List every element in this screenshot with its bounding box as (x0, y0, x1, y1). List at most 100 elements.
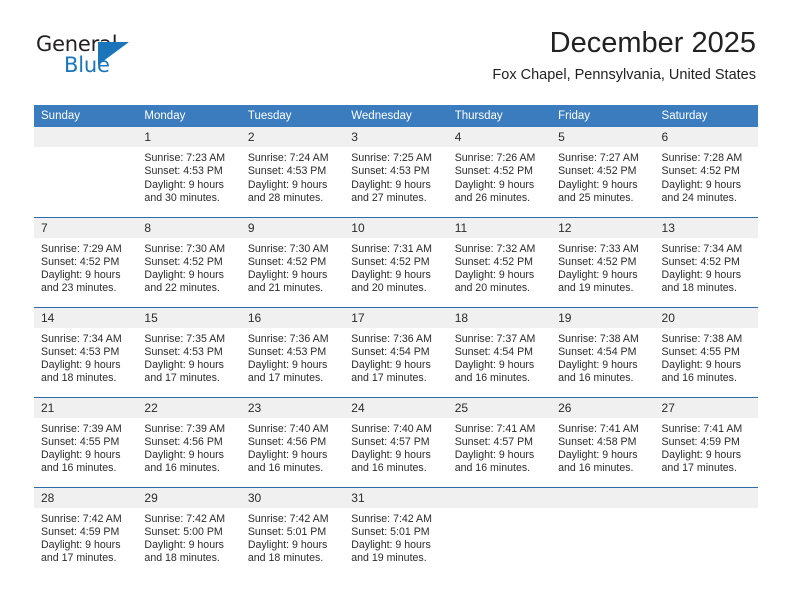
calendar-day-cell[interactable]: 22 Sunrise: 7:39 AM Sunset: 4:56 PM Dayligh… (137, 396, 241, 487)
calendar-day-cell[interactable]: 8 Sunrise: 7:30 AM Sunset: 4:52 PM Daylight… (137, 216, 241, 307)
sunrise-text: Sunrise: 7:42 AM (247, 512, 329, 525)
day-number: 31 (344, 487, 448, 508)
sunset-text: Sunset: 4:52 PM (661, 255, 740, 268)
calendar-day-cell[interactable]: 14 Sunrise: 7:34 AM Sunset: 4:53 PM Dayligh… (34, 306, 138, 397)
day-details: Sunrise: 7:24 AM Sunset: 4:53 PM Daylight:… (241, 147, 344, 205)
calendar-day-cell[interactable]: 20 Sunrise: 7:38 AM Sunset: 4:55 PM Dayligh… (654, 306, 758, 397)
calendar-day-cell[interactable]: 9 Sunrise: 7:30 AM Sunset: 4:52 PM Daylight… (240, 216, 345, 307)
daylight-text-line2: and 20 minutes. (454, 282, 531, 295)
daylight-text-line2: and 17 minutes. (351, 372, 427, 385)
calendar-day-cell[interactable]: 11 Sunrise: 7:32 AM Sunset: 4:52 PM Dayligh… (447, 216, 552, 307)
calendar-day-cell[interactable]: 2 Sunrise: 7:24 AM Sunset: 4:53 PM Daylight… (240, 127, 345, 217)
sunset-text: Sunset: 4:52 PM (41, 255, 120, 268)
daylight-text-line1: Daylight: 9 hours (454, 359, 535, 372)
day-number: 9 (240, 217, 345, 238)
calendar-day-cell-empty (551, 486, 655, 577)
calendar-day-cell[interactable]: 18 Sunrise: 7:37 AM Sunset: 4:54 PM Dayligh… (447, 306, 552, 397)
day-number: 7 (34, 217, 138, 238)
calendar-week-row: 7 Sunrise: 7:29 AM Sunset: 4:52 PM Daylight… (34, 216, 758, 307)
day-number: 29 (137, 487, 241, 508)
day-details: Sunrise: 7:36 AM Sunset: 4:54 PM Daylight:… (344, 328, 447, 386)
day-number: 16 (240, 307, 345, 328)
sunset-text: Sunset: 4:52 PM (144, 255, 223, 268)
day-number: 27 (654, 397, 758, 418)
calendar-day-cell[interactable]: 25 Sunrise: 7:41 AM Sunset: 4:57 PM Dayligh… (447, 396, 552, 487)
sunset-text: Sunset: 4:56 PM (144, 435, 223, 448)
calendar-day-cell[interactable]: 15 Sunrise: 7:35 AM Sunset: 4:53 PM Dayligh… (137, 306, 241, 397)
calendar-day-cell[interactable]: 13 Sunrise: 7:34 AM Sunset: 4:52 PM Dayligh… (654, 216, 758, 307)
sunrise-text: Sunrise: 7:28 AM (661, 152, 743, 164)
calendar-day-cell[interactable]: 16 Sunrise: 7:36 AM Sunset: 4:53 PM Dayligh… (240, 306, 345, 397)
calendar-day-cell[interactable]: 3 Sunrise: 7:25 AM Sunset: 4:53 PM Daylight… (344, 127, 448, 217)
calendar-day-cell[interactable]: 21 Sunrise: 7:39 AM Sunset: 4:55 PM Dayligh… (34, 396, 138, 487)
calendar-day-cell[interactable]: 24 Sunrise: 7:40 AM Sunset: 4:57 PM Dayligh… (344, 396, 448, 487)
sunrise-text: Sunrise: 7:27 AM (558, 152, 639, 164)
daylight-text-line2: and 16 minutes. (351, 462, 427, 475)
sunset-text: Sunset: 4:55 PM (41, 435, 120, 448)
calendar-day-cell[interactable]: 7 Sunrise: 7:29 AM Sunset: 4:52 PM Daylight… (34, 216, 138, 307)
calendar-day-cell[interactable]: 4 Sunrise: 7:26 AM Sunset: 4:52 PM Daylight… (447, 127, 552, 217)
daylight-text-line1: Daylight: 9 hours (661, 178, 742, 191)
day-details: Sunrise: 7:23 AM Sunset: 4:53 PM Daylight:… (137, 147, 240, 205)
sunrise-text: Sunrise: 7:30 AM (247, 242, 329, 255)
daylight-text-line1: Daylight: 9 hours (558, 269, 638, 282)
day-number: 12 (551, 217, 655, 238)
daylight-text-line2: and 16 minutes. (247, 462, 324, 475)
calendar-day-cell[interactable]: 28 Sunrise: 7:42 AM Sunset: 4:59 PM Dayligh… (34, 486, 138, 577)
calendar-day-cell[interactable]: 31 Sunrise: 7:42 AM Sunset: 5:01 PM Dayligh… (344, 486, 448, 577)
sunset-text: Sunset: 4:52 PM (454, 165, 534, 178)
daylight-text-line1: Daylight: 9 hours (41, 269, 121, 282)
calendar-day-cell[interactable]: 29 Sunrise: 7:42 AM Sunset: 5:00 PM Dayligh… (137, 486, 241, 577)
daylight-text-line1: Daylight: 9 hours (144, 269, 224, 282)
sunset-text: Sunset: 4:55 PM (661, 345, 740, 358)
daylight-text-line2: and 16 minutes. (558, 372, 634, 385)
sunrise-text: Sunrise: 7:36 AM (351, 332, 432, 345)
sunrise-text: Sunrise: 7:42 AM (41, 512, 122, 525)
day-details: Sunrise: 7:28 AM Sunset: 4:52 PM Daylight:… (655, 147, 758, 205)
sunset-text: Sunset: 4:52 PM (558, 255, 637, 268)
calendar-day-cell[interactable]: 23 Sunrise: 7:40 AM Sunset: 4:56 PM Dayligh… (240, 396, 345, 487)
calendar-day-cell[interactable]: 26 Sunrise: 7:41 AM Sunset: 4:58 PM Dayligh… (551, 396, 655, 487)
calendar-day-cell[interactable]: 27 Sunrise: 7:41 AM Sunset: 4:59 PM Dayligh… (654, 396, 758, 487)
day-details: Sunrise: 7:40 AM Sunset: 4:56 PM Daylight:… (241, 418, 344, 476)
daylight-text-line1: Daylight: 9 hours (41, 359, 121, 372)
daylight-text-line1: Daylight: 9 hours (247, 269, 328, 282)
calendar-body: 1 Sunrise: 7:23 AM Sunset: 4:53 PM Daylight… (34, 127, 758, 577)
sunrise-text: Sunrise: 7:36 AM (247, 332, 329, 345)
daylight-text-line2: and 16 minutes. (41, 462, 117, 475)
day-number: 18 (447, 307, 552, 328)
daylight-text-line2: and 16 minutes. (558, 462, 634, 475)
day-details: Sunrise: 7:34 AM Sunset: 4:53 PM Daylight:… (34, 328, 137, 386)
calendar-day-cell[interactable]: 5 Sunrise: 7:27 AM Sunset: 4:52 PM Daylight… (551, 127, 655, 217)
daylight-text-line1: Daylight: 9 hours (454, 449, 535, 462)
weekday-header-sunday: Sunday (34, 105, 138, 127)
calendar-day-cell[interactable]: 1 Sunrise: 7:23 AM Sunset: 4:53 PM Daylight… (137, 127, 241, 217)
day-number: 6 (654, 127, 758, 147)
calendar-day-cell[interactable]: 19 Sunrise: 7:38 AM Sunset: 4:54 PM Dayligh… (551, 306, 655, 397)
sunset-text: Sunset: 4:57 PM (351, 435, 430, 448)
day-number: 8 (137, 217, 241, 238)
sunrise-text: Sunrise: 7:33 AM (558, 242, 639, 255)
calendar-day-cell[interactable]: 10 Sunrise: 7:31 AM Sunset: 4:52 PM Dayligh… (344, 216, 448, 307)
day-number: 3 (344, 127, 448, 147)
day-number: 21 (34, 397, 138, 418)
daylight-text-line2: and 17 minutes. (41, 552, 117, 565)
sunset-text: Sunset: 4:56 PM (247, 435, 327, 448)
daylight-text-line1: Daylight: 9 hours (351, 449, 431, 462)
calendar-day-cell[interactable]: 6 Sunrise: 7:28 AM Sunset: 4:52 PM Daylight… (654, 127, 758, 217)
sunset-text: Sunset: 4:54 PM (558, 345, 637, 358)
daylight-text-line1: Daylight: 9 hours (351, 359, 431, 372)
calendar-day-cell[interactable]: 17 Sunrise: 7:36 AM Sunset: 4:54 PM Dayligh… (344, 306, 448, 397)
calendar-day-cell[interactable]: 12 Sunrise: 7:33 AM Sunset: 4:52 PM Dayligh… (551, 216, 655, 307)
calendar-day-cell[interactable]: 30 Sunrise: 7:42 AM Sunset: 5:01 PM Dayligh… (240, 486, 345, 577)
day-number: 4 (447, 127, 552, 147)
daylight-text-line1: Daylight: 9 hours (351, 269, 431, 282)
sunset-text: Sunset: 4:58 PM (558, 435, 637, 448)
daylight-text-line1: Daylight: 9 hours (247, 178, 328, 191)
sunset-text: Sunset: 4:57 PM (454, 435, 534, 448)
general-blue-logo[interactable]: General Blue (36, 32, 156, 82)
day-details: Sunrise: 7:38 AM Sunset: 4:55 PM Daylight:… (655, 328, 758, 386)
sunset-text: Sunset: 4:59 PM (41, 525, 120, 538)
sunrise-text: Sunrise: 7:42 AM (144, 512, 226, 525)
day-number (654, 487, 758, 508)
